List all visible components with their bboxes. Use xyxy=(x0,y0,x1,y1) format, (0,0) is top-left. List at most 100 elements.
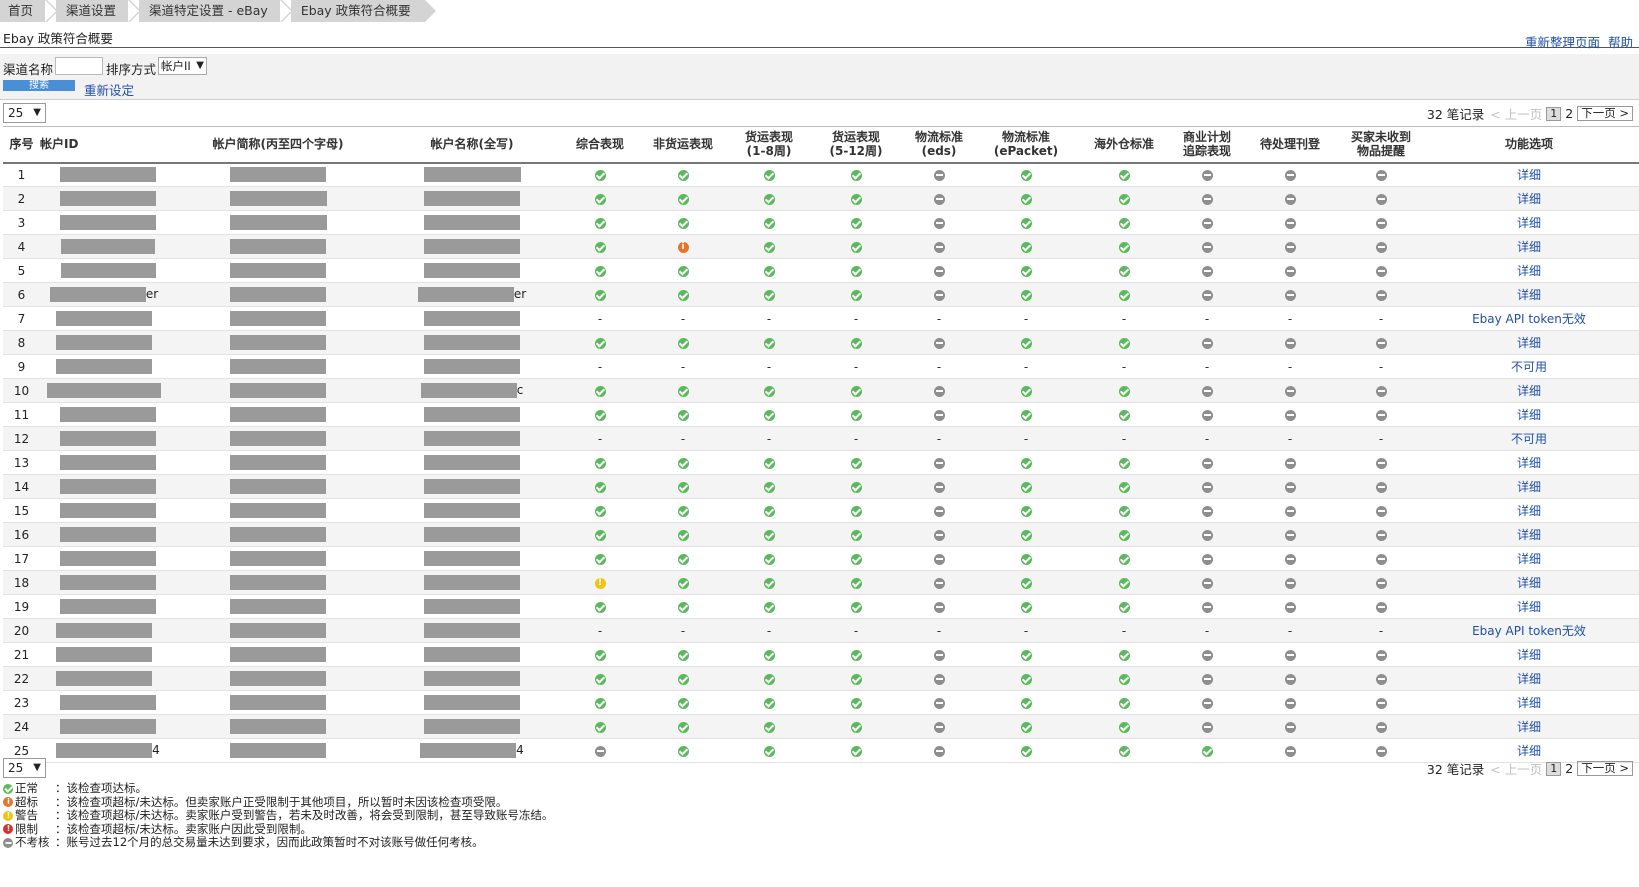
minus-circle-icon xyxy=(1201,673,1213,685)
action-cell: 详细 xyxy=(1418,474,1639,499)
row-number: 19 xyxy=(3,594,40,619)
account-full-name-cell xyxy=(388,642,556,667)
redacted-block xyxy=(49,287,146,302)
detail-link[interactable]: 详细 xyxy=(1517,504,1541,518)
page-1-button[interactable]: 1 xyxy=(1546,761,1562,776)
status-cell xyxy=(1344,402,1418,427)
status-cell: - xyxy=(1070,618,1178,643)
page-size-select-bottom[interactable]: 25 ▼ xyxy=(3,758,46,778)
next-page-button[interactable]: 下一页 > xyxy=(1577,761,1633,776)
check-circle-icon xyxy=(677,289,689,301)
detail-link[interactable]: 详细 xyxy=(1517,384,1541,398)
row-number: 17 xyxy=(3,546,40,571)
detail-link[interactable]: 详细 xyxy=(1517,672,1541,686)
refresh-page-link[interactable]: 重新整理页面 xyxy=(1525,35,1600,50)
no-data-dash: - xyxy=(853,311,859,326)
check-circle-icon xyxy=(1201,745,1213,757)
sort-select[interactable]: 帐户II ▼ xyxy=(158,57,207,75)
page-2-button[interactable]: 2 xyxy=(1565,761,1573,776)
detail-link[interactable]: 详细 xyxy=(1517,264,1541,278)
detail-link[interactable]: 详细 xyxy=(1517,600,1541,614)
check-circle-icon xyxy=(850,409,862,421)
row-number: 13 xyxy=(3,450,40,475)
check-circle-icon xyxy=(763,265,775,277)
status-cell xyxy=(1178,666,1236,691)
detail-link[interactable]: 详细 xyxy=(1517,168,1541,182)
redacted-block xyxy=(60,431,156,446)
help-link[interactable]: 帮助 xyxy=(1608,35,1633,50)
status-cell xyxy=(722,282,816,307)
channel-name-input[interactable] xyxy=(55,57,103,75)
account-short-name-cell xyxy=(168,210,388,235)
status-cell: - xyxy=(556,426,644,451)
reset-link[interactable]: 重新设定 xyxy=(84,80,134,99)
detail-link[interactable]: 详细 xyxy=(1517,240,1541,254)
account-short-name-cell xyxy=(168,378,388,403)
status-cell xyxy=(982,642,1070,667)
action-status-link[interactable]: 不可用 xyxy=(1511,432,1547,446)
status-cell xyxy=(1178,474,1236,499)
detail-link[interactable]: 详细 xyxy=(1517,408,1541,422)
minus-circle-icon xyxy=(1284,217,1296,229)
breadcrumb-home[interactable]: 首页 xyxy=(0,0,59,22)
redacted-block xyxy=(47,383,161,398)
detail-link[interactable]: 详细 xyxy=(1517,744,1541,758)
page-2-button[interactable]: 2 xyxy=(1565,106,1573,121)
redacted-block xyxy=(424,647,520,662)
action-status-link[interactable]: Ebay API token无效 xyxy=(1472,312,1586,326)
redacted-block xyxy=(56,671,152,686)
status-cell xyxy=(982,282,1070,307)
status-cell xyxy=(1344,378,1418,403)
breadcrumb-ebay-settings[interactable]: 渠道特定设置 - eBay xyxy=(128,0,293,22)
status-cell xyxy=(816,210,896,235)
minus-circle-icon xyxy=(933,673,945,685)
row-number: 20 xyxy=(3,618,40,643)
action-status-link[interactable]: Ebay API token无效 xyxy=(1472,624,1586,638)
legend-name: 限制 xyxy=(15,821,38,836)
next-page-button[interactable]: 下一页 > xyxy=(1577,106,1633,121)
page-1-button[interactable]: 1 xyxy=(1546,106,1562,121)
page-size-select-top[interactable]: 25 ▼ xyxy=(3,103,46,123)
detail-link[interactable]: 详细 xyxy=(1517,216,1541,230)
breadcrumb-channel-settings[interactable]: 渠道设置 xyxy=(45,0,142,22)
detail-link[interactable]: 详细 xyxy=(1517,192,1541,206)
detail-link[interactable]: 详细 xyxy=(1517,552,1541,566)
detail-link[interactable]: 详细 xyxy=(1517,336,1541,350)
detail-link[interactable]: 详细 xyxy=(1517,456,1541,470)
table-row: 17 详细 xyxy=(3,546,1639,571)
status-cell xyxy=(644,234,722,259)
status-cell xyxy=(1344,690,1418,715)
table-row: 1 详细 xyxy=(3,162,1639,187)
detail-link[interactable]: 详细 xyxy=(1517,576,1541,590)
status-cell xyxy=(644,450,722,475)
detail-link[interactable]: 详细 xyxy=(1517,648,1541,662)
legend-name: 正常 xyxy=(15,781,38,795)
detail-link[interactable]: 详细 xyxy=(1517,720,1541,734)
redacted-block xyxy=(230,719,326,734)
status-cell xyxy=(1344,594,1418,619)
detail-link[interactable]: 详细 xyxy=(1517,696,1541,710)
detail-link[interactable]: 详细 xyxy=(1517,528,1541,542)
redacted-block xyxy=(56,359,152,374)
policy-table: 序号 帐户ID 帐户简称(丙至四个字母) 帐户名称(全写) 综合表现 非货运表现 货运表现(… xyxy=(3,126,1639,763)
pager-top: 32 笔记录 < 上一页 1 2 下一页 > xyxy=(1427,104,1633,123)
action-cell: 详细 xyxy=(1418,282,1639,307)
detail-link[interactable]: 详细 xyxy=(1517,480,1541,494)
action-status-link[interactable]: 不可用 xyxy=(1511,360,1547,374)
legend-item: 不考核 ：账号过去12个月的总交易量未达到要求，因而此政策暂时不对该账号做任何考核… xyxy=(3,835,553,850)
no-data-dash: - xyxy=(1287,623,1293,638)
redacted-block xyxy=(230,431,326,446)
status-cell xyxy=(722,330,816,355)
redacted-block xyxy=(230,479,326,494)
status-cell xyxy=(722,714,816,739)
account-full-name-cell xyxy=(388,714,556,739)
detail-link[interactable]: 详细 xyxy=(1517,288,1541,302)
redacted-block xyxy=(424,551,520,566)
check-circle-icon xyxy=(763,169,775,181)
check-circle-icon xyxy=(1118,673,1130,685)
redacted-block xyxy=(60,719,156,734)
check-circle-icon xyxy=(1020,529,1032,541)
minus-circle-icon xyxy=(1375,481,1387,493)
search-button[interactable]: 搜索 xyxy=(3,80,75,91)
status-cell xyxy=(1344,738,1418,763)
